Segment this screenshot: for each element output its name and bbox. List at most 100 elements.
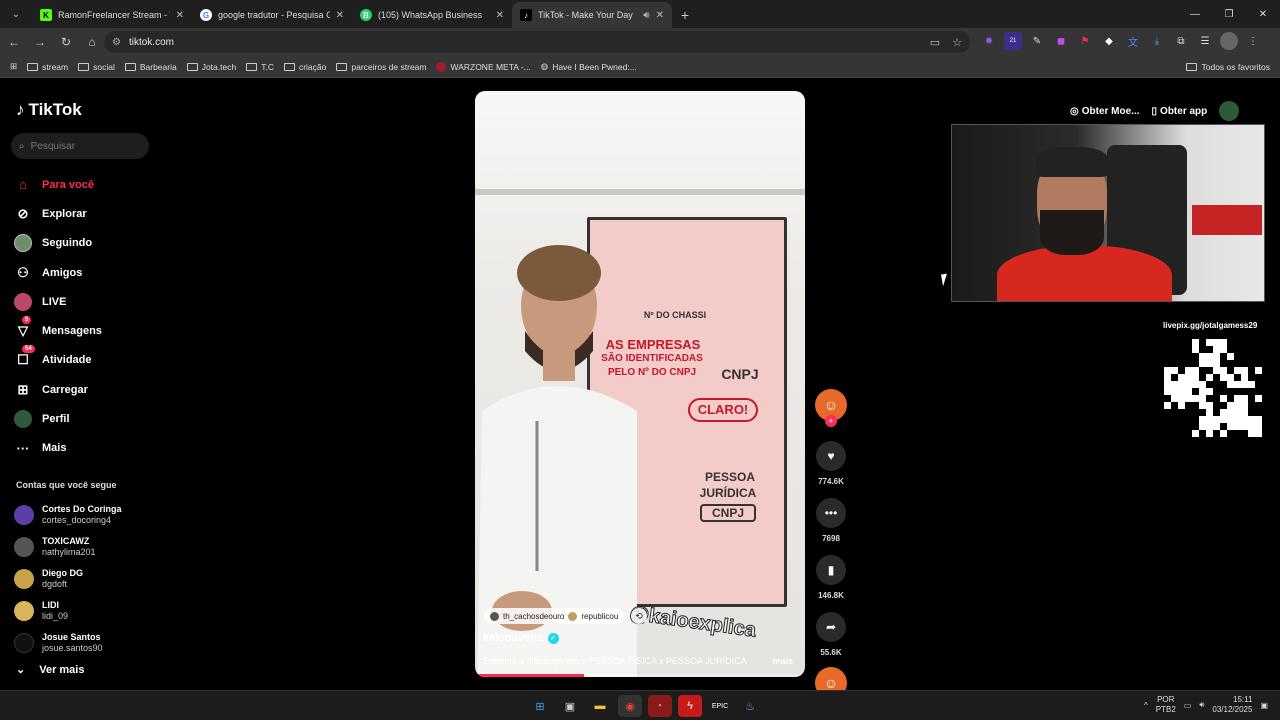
following-account[interactable]: Josue Santos josue.santos90 <box>14 627 122 659</box>
profile-avatar[interactable] <box>1219 101 1240 121</box>
extension-badge-icon[interactable]: 21 <box>1004 32 1022 50</box>
bookmark-link[interactable]: WARZONE META -... <box>436 61 531 72</box>
back-button[interactable]: ← <box>2 30 26 54</box>
extension-icon[interactable]: ◼ <box>1052 32 1070 50</box>
bookmark-link[interactable]: ◍ Have I Been Pwned:... <box>541 61 637 72</box>
close-window-button[interactable]: ✕ <box>1246 0 1280 28</box>
browser-tab-active[interactable]: ♪ TikTok - Make Your Day 🔊︎ ✕ <box>512 2 672 28</box>
network-icon[interactable]: ▭ <box>1184 701 1192 710</box>
qr-module <box>1220 388 1227 395</box>
repost-icon[interactable]: ⟲ <box>631 608 647 624</box>
share-action[interactable]: ➦ 55.6K <box>815 612 847 657</box>
bookmark-folder[interactable]: Jota.tech <box>186 62 236 72</box>
language-indicator[interactable]: POR PTB2 <box>1156 695 1176 715</box>
nav-messages[interactable]: ▽ 5 Mensagens <box>14 316 164 345</box>
video-progress-bar[interactable] <box>475 674 805 677</box>
see-more-button[interactable]: ⌄ Ver mais <box>16 663 84 677</box>
eyedropper-icon[interactable]: ✎ <box>1028 32 1046 50</box>
comment-icon[interactable]: ••• <box>816 498 846 528</box>
bookmark-star-icon[interactable]: ☆ <box>952 36 962 49</box>
video-player[interactable]: Nº DO CHASSI AS EMPRESAS SÃO IDENTIFICAD… <box>475 91 805 677</box>
browser-tab[interactable]: K RamonFreelancer Stream - Wat ✕ <box>32 2 192 28</box>
home-button[interactable]: ⌂ <box>80 30 104 54</box>
following-account[interactable]: Diego DG dgdoft <box>14 563 122 595</box>
windows-start-icon[interactable]: ⊞ <box>528 695 552 717</box>
search-input[interactable] <box>30 140 131 152</box>
all-bookmarks[interactable]: Todos os favoritos <box>1186 62 1270 72</box>
following-account[interactable]: LIDI lidi_09 <box>14 595 122 627</box>
tiktok-logo[interactable]: ♪ TikTok <box>16 100 82 120</box>
profile-avatar-icon[interactable] <box>1220 32 1238 50</box>
get-coins-button[interactable]: ◎ Obter Moe... <box>1070 106 1140 117</box>
save-action[interactable]: ▮ 146.8K <box>815 555 847 600</box>
creator-avatar[interactable]: ☺ + <box>815 389 847 427</box>
qr-module <box>1171 360 1178 367</box>
puzzle-icon[interactable]: ⧉ <box>1172 32 1190 50</box>
following-account[interactable]: Cortes Do Coringa cortes_docoring4 <box>14 499 122 531</box>
close-tab-icon[interactable]: ✕ <box>656 10 664 21</box>
address-bar[interactable]: ⚙︎ tiktok.com ▭ ☆ <box>104 31 970 53</box>
obs-app-icon[interactable]: ▪ <box>648 695 672 717</box>
get-app-button[interactable]: ▯ Obter app <box>1152 106 1208 117</box>
extension-icon[interactable]: ⚑ <box>1076 32 1094 50</box>
apps-grid-icon[interactable]: ⊞ <box>10 61 17 72</box>
follow-plus-icon[interactable]: + <box>825 415 837 427</box>
chevron-up-icon[interactable]: ^ <box>1144 701 1148 710</box>
close-tab-icon[interactable]: ✕ <box>496 10 504 21</box>
steam-icon[interactable]: ♨ <box>738 695 762 717</box>
nav-profile[interactable]: Perfil <box>14 404 164 433</box>
forward-button[interactable]: → <box>28 30 52 54</box>
bookmark-folder[interactable]: criação <box>283 62 326 72</box>
speaker-icon[interactable]: 🔊︎ <box>643 10 649 21</box>
nav-friends[interactable]: ⚇ Amigos <box>14 258 164 287</box>
search-box[interactable]: ⌕ <box>11 133 149 159</box>
notification-icon[interactable]: ▣ <box>1260 701 1268 710</box>
restore-button[interactable]: ❐ <box>1212 0 1246 28</box>
close-tab-icon[interactable]: ✕ <box>336 10 344 21</box>
bolt-app-icon[interactable]: ϟ <box>678 695 702 717</box>
volume-icon[interactable]: 🔊︎ <box>1199 700 1204 710</box>
epic-games-icon[interactable]: EPIC <box>708 695 732 717</box>
bookmark-folder[interactable]: stream <box>27 62 68 72</box>
comment-action[interactable]: ••• 7698 <box>815 498 847 543</box>
heart-icon[interactable]: ♥ <box>816 441 846 471</box>
close-tab-icon[interactable]: ✕ <box>176 10 184 21</box>
nav-live[interactable]: LIVE <box>14 287 164 316</box>
logo-text: TikTok <box>28 100 82 119</box>
nav-explore[interactable]: ⊘ Explorar <box>14 199 164 228</box>
download-icon[interactable]: ⤓ <box>1148 32 1166 50</box>
new-tab-button[interactable]: + <box>672 2 698 28</box>
bookmark-icon[interactable]: ▮ <box>816 555 846 585</box>
nav-more[interactable]: ··· Mais <box>14 434 164 463</box>
bookmark-folder[interactable]: social <box>78 62 115 72</box>
caption-more-button[interactable]: mais <box>772 656 793 666</box>
extension-icon[interactable]: ✹ <box>980 32 998 50</box>
browser-tab[interactable]: B (105) WhatsApp Business ✕ <box>352 2 512 28</box>
clock[interactable]: 15:11 03/12/2025 <box>1212 695 1252 715</box>
nav-following[interactable]: Seguindo <box>14 229 164 258</box>
following-account[interactable]: TOXICAWZ nathylima201 <box>14 531 122 563</box>
repost-chip[interactable]: th_cachosdeouro republicou <box>484 608 625 624</box>
site-info-icon[interactable]: ⚙︎ <box>112 37 121 48</box>
browser-tab[interactable]: G google tradutor - Pesquisa Goo ✕ <box>192 2 352 28</box>
minimize-button[interactable]: — <box>1178 0 1212 28</box>
chrome-icon[interactable]: ◉ <box>618 695 642 717</box>
bookmark-folder[interactable]: parceiros de stream <box>336 62 426 72</box>
nav-activity[interactable]: ☐ 54 Atividade <box>14 345 164 375</box>
translate-icon[interactable]: 文 <box>1124 32 1142 50</box>
nav-upload[interactable]: ⊞ Carregar <box>14 375 164 404</box>
tab-search-button[interactable]: ⌄ <box>4 2 28 26</box>
bookmark-folder[interactable]: T.C <box>246 62 274 72</box>
task-view-icon[interactable]: ▣ <box>558 695 582 717</box>
like-action[interactable]: ♥ 774.6K <box>815 441 847 486</box>
share-icon[interactable]: ➦ <box>816 612 846 642</box>
bookmark-folder[interactable]: Barbearia <box>124 62 177 72</box>
kebab-menu-icon[interactable]: ⋮ <box>1244 32 1262 50</box>
install-app-icon[interactable]: ▭ <box>930 36 940 49</box>
reload-button[interactable]: ↻ <box>54 30 78 54</box>
reading-list-icon[interactable]: ☰ <box>1196 32 1214 50</box>
nav-for-you[interactable]: ⌂ Para você <box>14 170 164 199</box>
video-author[interactable]: kaiooliveira ✓ <box>483 632 559 644</box>
file-explorer-icon[interactable]: ▬ <box>588 695 612 717</box>
extension-icon[interactable]: ◆ <box>1100 32 1118 50</box>
